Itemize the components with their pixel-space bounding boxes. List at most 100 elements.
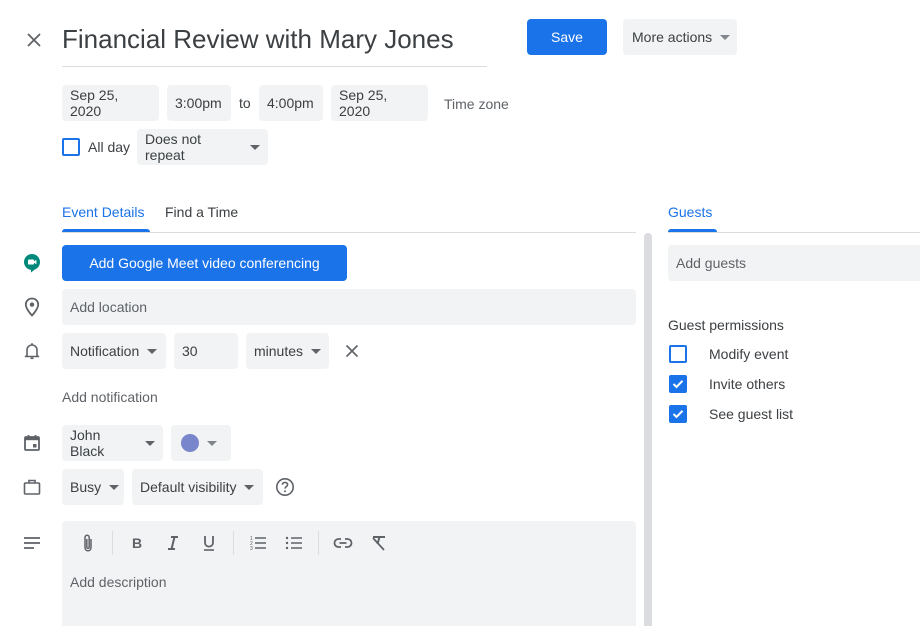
bell-icon	[20, 339, 44, 363]
event-color-dropdown[interactable]	[171, 425, 231, 461]
color-swatch	[181, 434, 199, 452]
guests-tab-divider	[668, 232, 920, 233]
help-button[interactable]	[273, 475, 297, 499]
bold-button[interactable]: B	[125, 531, 149, 555]
visibility-dropdown[interactable]: Default visibility	[132, 469, 263, 505]
more-actions-button[interactable]: More actions	[623, 19, 737, 55]
notification-type-dropdown[interactable]: Notification	[62, 333, 166, 369]
description-editor[interactable]: B 123 Add description	[62, 521, 636, 626]
tab-find-a-time[interactable]: Find a Time	[165, 204, 238, 220]
italic-icon	[168, 536, 178, 550]
tab-event-details[interactable]: Event Details	[62, 204, 144, 220]
location-pin-icon	[20, 295, 44, 319]
scrollbar[interactable]	[644, 233, 652, 626]
invite-others-checkbox[interactable]	[669, 375, 687, 393]
clear-formatting-icon	[372, 536, 385, 551]
add-guests-input[interactable]	[676, 255, 920, 271]
end-date-picker[interactable]: Sep 25, 2020	[331, 85, 428, 121]
repeat-dropdown[interactable]: Does not repeat	[137, 129, 268, 165]
toolbar-separator	[112, 531, 113, 555]
start-date-value: Sep 25, 2020	[70, 87, 119, 119]
clear-formatting-button[interactable]	[367, 531, 391, 555]
underline-button[interactable]	[197, 531, 221, 555]
chevron-down-icon	[109, 484, 120, 490]
location-field[interactable]	[62, 289, 636, 325]
bold-icon: B	[132, 535, 142, 551]
underline-icon	[204, 536, 214, 551]
tab-divider	[62, 232, 636, 233]
bulleted-list-button[interactable]	[282, 531, 306, 555]
chevron-down-icon	[207, 440, 217, 446]
chevron-down-icon	[250, 144, 260, 150]
permission-invite-others[interactable]: Invite others	[668, 369, 918, 399]
notification-type-value: Notification	[70, 343, 140, 359]
time-zone-button[interactable]: Time zone	[444, 96, 509, 112]
italic-button[interactable]	[161, 531, 185, 555]
numbered-list-button[interactable]: 123	[246, 531, 270, 555]
availability-dropdown[interactable]: Busy	[62, 469, 124, 505]
svg-text:B: B	[132, 535, 142, 551]
add-notification-button[interactable]: Add notification	[62, 389, 158, 405]
numbered-list-icon: 123	[250, 536, 266, 551]
checkmark-icon	[672, 410, 684, 419]
permission-label: See guest list	[709, 406, 794, 422]
start-date-picker[interactable]: Sep 25, 2020	[62, 85, 159, 121]
permission-see-guest-list[interactable]: See guest list	[668, 399, 918, 429]
start-time-picker[interactable]: 3:00pm	[167, 85, 231, 121]
add-guests-field[interactable]	[668, 245, 920, 281]
chevron-down-icon	[720, 34, 731, 40]
attach-button[interactable]	[76, 531, 100, 555]
see-guest-list-checkbox[interactable]	[669, 405, 687, 423]
modify-event-checkbox[interactable]	[669, 345, 687, 363]
close-button[interactable]	[22, 28, 46, 52]
more-actions-label: More actions	[632, 29, 713, 45]
permission-label: Modify event	[709, 346, 789, 362]
title-field-container	[62, 18, 487, 67]
calendar-owner-value: John Black	[70, 427, 105, 459]
guest-permissions-title: Guest permissions	[668, 317, 784, 333]
link-button[interactable]	[331, 531, 355, 555]
help-icon	[276, 478, 294, 496]
close-icon	[345, 344, 359, 358]
remove-notification-button[interactable]	[340, 339, 364, 363]
all-day-label: All day	[88, 139, 131, 155]
to-label: to	[239, 95, 251, 111]
event-title-input[interactable]	[62, 18, 487, 55]
chevron-down-icon	[311, 348, 322, 354]
all-day-checkbox[interactable]	[62, 138, 80, 156]
save-button[interactable]: Save	[527, 19, 607, 55]
start-time-value: 3:00pm	[175, 95, 222, 111]
notification-value-field[interactable]	[174, 333, 238, 369]
end-time-value: 4:00pm	[267, 95, 314, 111]
bulleted-list-icon	[285, 536, 302, 550]
permission-label: Invite others	[709, 376, 786, 392]
chevron-down-icon	[244, 484, 255, 490]
visibility-value: Default visibility	[140, 479, 237, 495]
end-date-value: Sep 25, 2020	[339, 87, 388, 119]
description-placeholder: Add description	[70, 574, 167, 590]
briefcase-icon	[20, 475, 44, 499]
notification-unit-dropdown[interactable]: minutes	[246, 333, 329, 369]
google-meet-icon	[20, 251, 44, 275]
add-google-meet-button[interactable]: Add Google Meet video conferencing	[62, 245, 347, 281]
calendar-icon	[20, 431, 44, 455]
chevron-down-icon	[145, 440, 155, 446]
svg-text:3: 3	[250, 546, 253, 551]
repeat-value: Does not repeat	[145, 131, 202, 163]
formatting-toolbar: B 123	[76, 531, 403, 555]
location-input[interactable]	[70, 299, 628, 315]
notification-value-input[interactable]	[182, 343, 230, 359]
permission-modify-event[interactable]: Modify event	[668, 339, 918, 369]
toolbar-separator	[318, 531, 319, 555]
availability-value: Busy	[70, 479, 102, 495]
link-icon	[333, 538, 353, 548]
end-time-picker[interactable]: 4:00pm	[259, 85, 323, 121]
calendar-owner-dropdown[interactable]: John Black	[62, 425, 163, 461]
toolbar-separator	[233, 531, 234, 555]
paperclip-icon	[84, 534, 92, 552]
notification-unit-value: minutes	[254, 343, 304, 359]
tab-guests[interactable]: Guests	[668, 204, 712, 220]
checkmark-icon	[672, 380, 684, 389]
close-icon	[27, 33, 41, 47]
description-icon	[20, 531, 44, 555]
